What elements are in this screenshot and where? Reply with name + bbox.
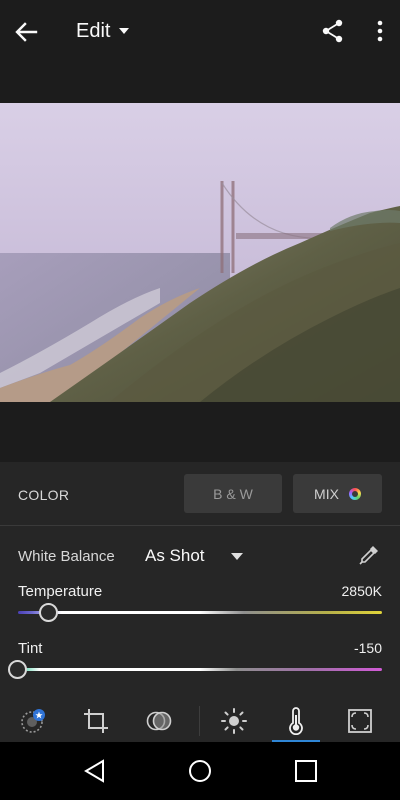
toolbar-divider <box>199 706 200 736</box>
circle-home-icon[interactable] <box>187 758 213 784</box>
white-balance-select[interactable]: As Shot <box>145 546 205 566</box>
square-recents-icon[interactable] <box>293 758 319 784</box>
system-nav-bar <box>0 742 400 800</box>
temperature-value: 2850K <box>341 583 382 599</box>
arrow-left-icon[interactable] <box>12 18 40 46</box>
temperature-label: Temperature <box>18 583 103 600</box>
tint-slider[interactable] <box>18 668 382 671</box>
effects-icon[interactable] <box>346 707 374 735</box>
tint-value: -150 <box>353 640 382 656</box>
caret-down-icon[interactable] <box>231 552 243 562</box>
edit-toolbar <box>0 700 400 742</box>
photo-preview[interactable] <box>0 103 400 402</box>
mix-button[interactable]: MIX <box>293 474 382 513</box>
share-icon[interactable] <box>320 18 346 44</box>
bw-button[interactable]: B & W <box>184 474 282 513</box>
more-vertical-icon[interactable] <box>368 18 392 44</box>
temperature-slider-thumb[interactable] <box>39 603 58 622</box>
color-wheel-icon <box>348 487 361 500</box>
tint-slider-thumb[interactable] <box>8 660 27 679</box>
tint-label: Tint <box>18 640 43 657</box>
top-app-bar: Edit <box>0 0 400 64</box>
triangle-back-icon[interactable] <box>82 758 108 784</box>
mix-button-label: MIX <box>314 485 339 502</box>
color-section-label: COLOR <box>18 487 70 503</box>
white-balance-label: White Balance <box>18 548 115 565</box>
light-icon[interactable] <box>220 707 248 735</box>
color-temperature-icon[interactable] <box>282 707 310 735</box>
selective-icon[interactable] <box>145 707 173 735</box>
photo-canvas[interactable] <box>0 64 400 462</box>
eyedropper-icon[interactable] <box>358 544 380 566</box>
caret-down-icon[interactable] <box>118 25 130 37</box>
bw-button-label: B & W <box>213 485 253 502</box>
divider <box>0 525 400 526</box>
temperature-slider[interactable] <box>18 611 382 614</box>
crop-icon[interactable] <box>82 707 110 735</box>
auto-icon[interactable] <box>19 707 47 735</box>
page-title[interactable]: Edit <box>76 20 110 43</box>
